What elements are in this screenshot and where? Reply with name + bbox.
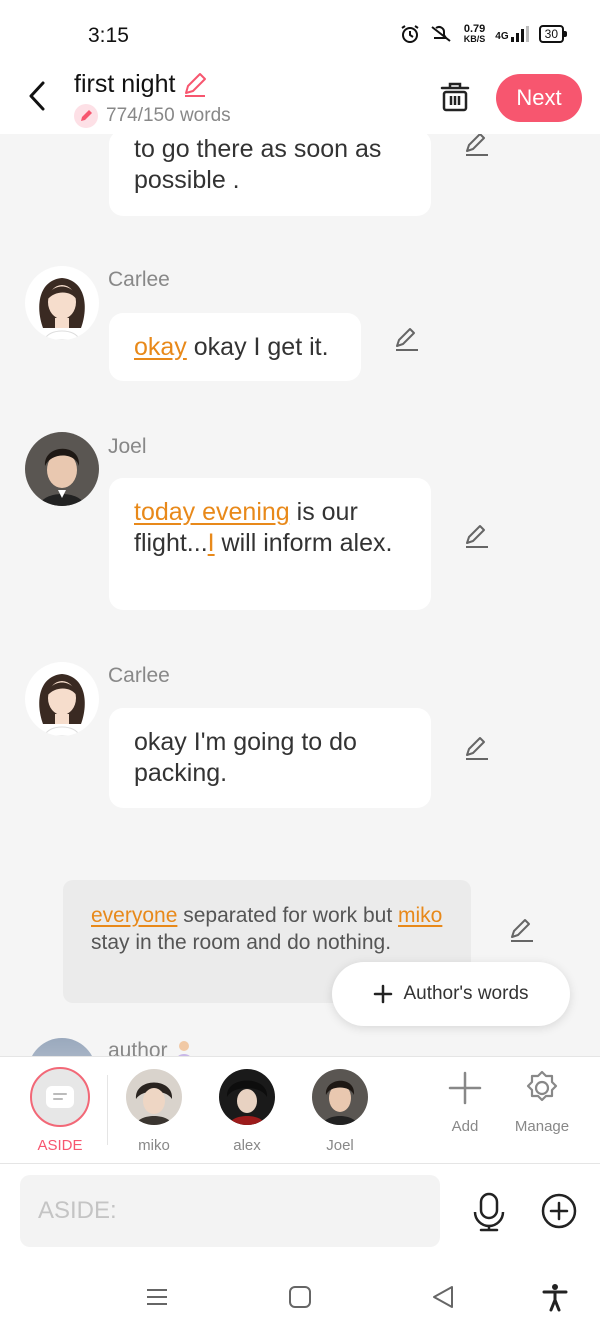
aside-icon: [46, 1086, 74, 1108]
accessibility-icon[interactable]: [540, 1282, 570, 1312]
edit-message-icon[interactable]: [508, 916, 536, 944]
speaker-name: author: [108, 1038, 195, 1056]
chevron-left-icon: [29, 81, 45, 111]
message-bubble[interactable]: okay I'm going to do packing.: [109, 708, 431, 808]
delete-button[interactable]: [436, 78, 474, 116]
battery-level: 30: [544, 27, 558, 41]
network-type: 4G: [495, 31, 509, 42]
back-nav-icon[interactable]: [428, 1282, 458, 1312]
authors-words-label: Author's words: [403, 983, 529, 1004]
edit-message-icon[interactable]: [463, 134, 491, 158]
chat-area[interactable]: to go there as soon as possible . Carlee…: [0, 134, 600, 1056]
header: first night 774/150 words Next: [0, 64, 600, 134]
speaker-name: Joel: [108, 435, 147, 458]
mute-icon: [431, 26, 451, 42]
net-speed-unit: KB/S: [463, 34, 486, 44]
message-text: okay I get it.: [186, 332, 329, 361]
highlighted-word[interactable]: everyone: [91, 904, 177, 927]
character-joel[interactable]: Joel: [300, 1069, 380, 1154]
edit-message-icon[interactable]: [463, 734, 491, 762]
character-bar: ASIDE miko alex Joel Add Manage: [0, 1056, 600, 1164]
system-nav-bar: [0, 1260, 600, 1333]
menu-icon[interactable]: [142, 1282, 172, 1312]
divider: [107, 1075, 108, 1145]
message-input[interactable]: [20, 1175, 440, 1247]
message-bubble[interactable]: today evening is our flight...I will inf…: [109, 478, 431, 610]
message-text: okay I'm going to do packing.: [134, 728, 357, 787]
add-label: Add: [451, 1118, 479, 1135]
highlighted-word[interactable]: miko: [398, 904, 442, 927]
more-button[interactable]: [540, 1192, 578, 1230]
plus-circle-icon: [541, 1193, 577, 1229]
home-icon[interactable]: [285, 1282, 315, 1312]
avatar-carlee[interactable]: [25, 266, 99, 340]
edit-message-icon[interactable]: [393, 325, 421, 353]
plus-icon: [448, 1071, 482, 1105]
message-bubble[interactable]: okay okay I get it.: [109, 313, 361, 381]
net-speed-value: 0.79: [463, 23, 486, 35]
author-name: author: [108, 1039, 168, 1056]
aside-avatar: [30, 1067, 90, 1127]
avatar-miko: [126, 1069, 182, 1125]
edit-title-icon[interactable]: [181, 71, 209, 99]
character-aside[interactable]: ASIDE: [20, 1067, 100, 1154]
battery-icon: 30: [538, 25, 568, 43]
signal-indicator: 4G: [495, 26, 529, 42]
manage-button[interactable]: Manage: [502, 1069, 582, 1135]
message-bubble[interactable]: to go there as soon as possible .: [109, 134, 431, 216]
edit-message-icon[interactable]: [463, 522, 491, 550]
person-icon: [178, 1041, 191, 1056]
narration-text: separated for work but: [177, 904, 399, 927]
gear-icon: [526, 1070, 558, 1102]
speaker-name: Carlee: [108, 268, 170, 291]
word-count: 774/150 words: [106, 105, 231, 126]
character-miko[interactable]: miko: [114, 1069, 194, 1154]
avatar-joel[interactable]: [25, 432, 99, 506]
status-bar: 3:15 0.79 KB/S 4G 30: [0, 0, 600, 64]
plus-icon: [374, 984, 393, 1004]
input-area: [0, 1164, 600, 1260]
character-label: Joel: [326, 1137, 354, 1154]
highlighted-word[interactable]: okay: [134, 333, 187, 361]
authors-words-button[interactable]: Author's words: [332, 962, 570, 1026]
character-label: alex: [233, 1137, 261, 1154]
avatar-author[interactable]: [28, 1038, 96, 1056]
next-button[interactable]: Next: [496, 74, 582, 122]
microphone-icon: [473, 1192, 505, 1232]
status-time: 3:15: [88, 24, 129, 47]
signal-icon: [510, 26, 529, 42]
message-text: will inform alex.: [214, 529, 393, 557]
character-label: ASIDE: [37, 1137, 83, 1154]
title-row[interactable]: first night: [74, 70, 209, 99]
avatar-joel: [312, 1069, 368, 1125]
alarm-icon: [401, 25, 419, 43]
character-alex[interactable]: alex: [207, 1069, 287, 1154]
pencil-icon: [74, 104, 98, 128]
net-speed: 0.79 KB/S: [463, 23, 486, 45]
manage-label: Manage: [514, 1118, 570, 1135]
avatar-alex: [219, 1069, 275, 1125]
trash-icon: [440, 82, 470, 112]
status-icons: 0.79 KB/S 4G 30: [400, 23, 568, 45]
highlighted-word[interactable]: today evening: [134, 498, 290, 526]
avatar-carlee[interactable]: [25, 662, 99, 736]
speaker-name: Carlee: [108, 664, 170, 687]
voice-button[interactable]: [470, 1192, 508, 1232]
page-title[interactable]: first night: [74, 70, 175, 99]
back-button[interactable]: [20, 76, 54, 116]
narration-text: stay in the room and do nothing.: [91, 931, 392, 954]
word-count-row: 774/150 words: [74, 104, 231, 128]
message-text: to go there as soon as possible .: [134, 135, 382, 194]
highlighted-word[interactable]: I: [208, 529, 215, 557]
character-label: miko: [138, 1137, 170, 1154]
add-character-button[interactable]: Add: [425, 1069, 505, 1135]
